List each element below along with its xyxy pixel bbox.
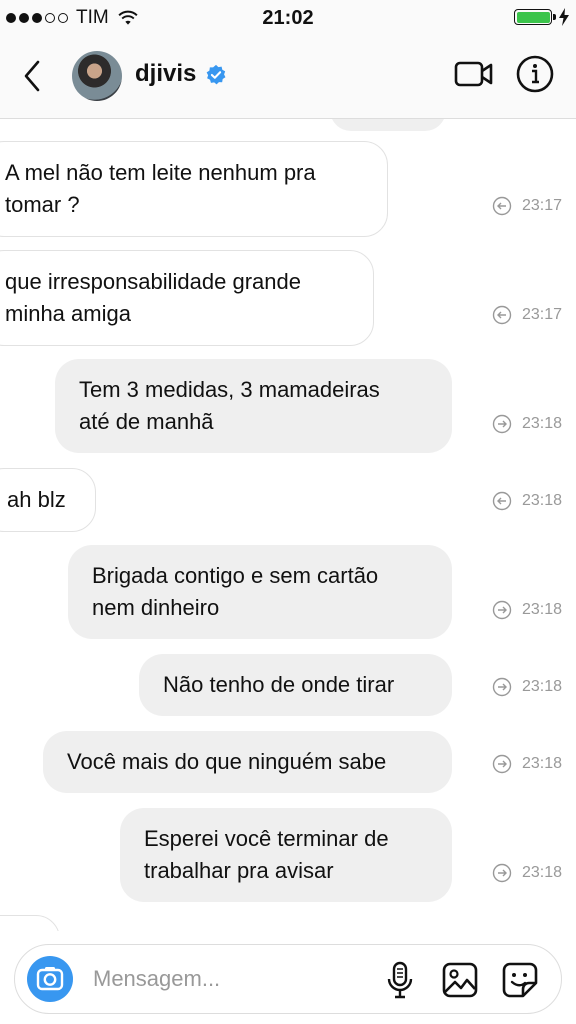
message-input[interactable] [93, 962, 373, 996]
message-line: até de manhã [79, 409, 214, 434]
message-meta: 23:18 [492, 414, 562, 434]
sent-arrow-icon [492, 863, 512, 883]
conversation-header: djivis [0, 34, 576, 119]
message-time: 23:18 [522, 755, 563, 772]
sticker-icon[interactable] [501, 961, 539, 999]
message-line: que irresponsabilidade grande [5, 269, 301, 294]
partial-message-bubble [0, 915, 60, 931]
back-chevron-icon[interactable] [20, 58, 44, 94]
video-call-icon[interactable] [454, 58, 494, 90]
message-time: 23:18 [522, 492, 563, 509]
camera-icon [36, 967, 64, 991]
avatar[interactable] [72, 51, 122, 101]
verified-badge-icon [206, 64, 226, 85]
battery-icon [514, 9, 556, 25]
message-line: ah blz [7, 487, 66, 512]
message-line: Você mais do que ninguém sabe [67, 749, 387, 774]
partial-message-bubble [330, 119, 446, 131]
message-line: minha amiga [5, 301, 131, 326]
message-composer [14, 944, 562, 1014]
received-message-bubble[interactable]: que irresponsabilidade grande minha amig… [0, 250, 374, 346]
received-arrow-icon [492, 196, 512, 216]
message-line: A mel não tem leite nenhum pra [5, 160, 316, 185]
message-line: Esperei você terminar de [144, 826, 389, 851]
status-bar: TIM 21:02 [0, 0, 576, 34]
message-meta: 23:18 [492, 863, 562, 883]
received-message-bubble[interactable]: ah blz [0, 468, 96, 532]
message-time: 23:18 [522, 678, 563, 695]
message-line: Brigada contigo e sem cartão [92, 563, 379, 588]
message-meta: 23:17 [492, 196, 562, 216]
message-meta: 23:18 [492, 491, 562, 511]
sent-message-bubble[interactable]: Brigada contigo e sem cartão nem dinheir… [68, 545, 452, 639]
sent-message-bubble[interactable]: Você mais do que ninguém sabe [43, 731, 452, 793]
charging-bolt-icon [559, 8, 569, 26]
message-thread[interactable]: A mel não tem leite nenhum pra tomar ? 2… [0, 119, 576, 931]
message-line: tomar ? [5, 192, 80, 217]
sent-arrow-icon [492, 414, 512, 434]
message-line: trabalhar pra avisar [144, 858, 334, 883]
message-meta: 23:17 [492, 305, 562, 325]
received-arrow-icon [492, 491, 512, 511]
received-message-bubble[interactable]: A mel não tem leite nenhum pra tomar ? [0, 141, 388, 237]
message-meta: 23:18 [492, 754, 562, 774]
message-time: 23:17 [522, 197, 563, 214]
microphone-icon[interactable] [385, 961, 415, 999]
message-line: nem dinheiro [92, 595, 220, 620]
sent-message-bubble[interactable]: Esperei você terminar de trabalhar pra a… [120, 808, 452, 902]
message-line: Tem 3 medidas, 3 mamadeiras [79, 377, 380, 402]
message-meta: 23:18 [492, 677, 562, 697]
sent-arrow-icon [492, 600, 512, 620]
message-line: Não tenho de onde tirar [163, 672, 395, 697]
message-time: 23:18 [522, 864, 563, 881]
gallery-image-icon[interactable] [441, 961, 479, 999]
camera-button[interactable] [27, 956, 73, 1002]
message-time: 23:18 [522, 601, 563, 618]
message-meta: 23:18 [492, 600, 562, 620]
sent-message-bubble[interactable]: Não tenho de onde tirar [139, 654, 452, 716]
received-arrow-icon [492, 305, 512, 325]
sent-arrow-icon [492, 754, 512, 774]
sent-arrow-icon [492, 677, 512, 697]
sent-message-bubble[interactable]: Tem 3 medidas, 3 mamadeiras até de manhã [55, 359, 452, 453]
message-time: 23:18 [522, 415, 563, 432]
info-icon[interactable] [515, 54, 555, 94]
username[interactable]: djivis [135, 60, 196, 88]
clock: 21:02 [262, 7, 314, 29]
message-time: 23:17 [522, 306, 563, 323]
